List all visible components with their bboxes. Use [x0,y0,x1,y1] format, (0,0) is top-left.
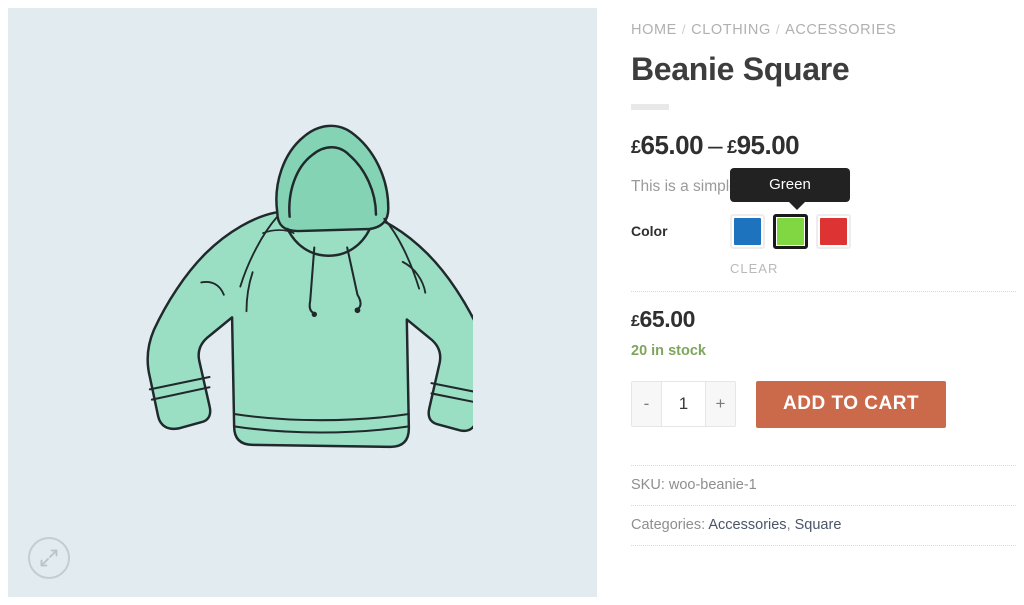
swatch-red[interactable] [816,213,851,249]
add-to-cart-form: - + ADD TO CART [631,380,1016,428]
divider-above-price [631,290,1016,292]
price-range: £65.00– £95.00 [631,130,1016,161]
swatch-green-fill [777,217,804,245]
breadcrumb-item-accessories[interactable]: ACCESSORIES [785,22,896,38]
price-max: 95.00 [736,130,800,161]
breadcrumb-separator: / [775,22,781,37]
breadcrumb-item-clothing[interactable]: CLOTHING [691,22,771,38]
variation-label-color: Color [631,223,668,240]
expand-image-button[interactable] [28,537,70,579]
price-dash: – [708,130,723,161]
categories-separator: , [786,516,791,533]
sku-label: SKU: [631,476,665,493]
product-summary: HOME / CLOTHING / ACCESSORIES Beanie Square … [631,0,1016,605]
product-page: HOME / CLOTHING / ACCESSORIES Beanie Square … [0,0,1024,605]
variation-row-color: Color [631,213,1016,249]
quantity-stepper[interactable]: - + [631,381,736,428]
selected-price-currency: £ [631,312,640,330]
clear-variations-link[interactable]: CLEAR [730,261,778,276]
breadcrumb-separator: / [681,22,687,37]
categories-label: Categories: [631,516,706,533]
price-currency-min: £ [631,137,641,158]
sku-row: SKU: woo-beanie-1 [631,464,1016,505]
quantity-decrement-button[interactable]: - [632,382,661,427]
sku-value: woo-beanie-1 [668,476,757,493]
swatch-blue-fill [734,217,761,245]
page-title: Beanie Square [631,51,850,87]
category-link-square[interactable]: Square [795,517,842,533]
color-swatch-group [730,213,851,249]
swatch-red-fill [820,217,847,245]
price-currency-max: £ [727,137,737,158]
swatch-blue[interactable] [730,213,765,249]
swatch-tooltip: Green [730,167,850,210]
title-underline [631,104,669,111]
breadcrumb: HOME / CLOTHING / ACCESSORIES [631,22,1016,38]
quantity-increment-button[interactable]: + [706,382,735,427]
category-link-accessories[interactable]: Accessories [708,517,786,533]
price-min: 65.00 [640,130,704,161]
stock-status: 20 in stock [631,342,706,359]
product-gallery[interactable] [8,8,597,597]
breadcrumb-item-home[interactable]: HOME [631,22,677,38]
selected-price-amount: 65.00 [639,305,696,332]
add-to-cart-button[interactable]: ADD TO CART [756,380,947,428]
selected-variation-price: £65.00 [631,306,1016,333]
clear-selection-row: CLEAR [631,260,1016,278]
categories-row: Categories: Accessories, Square [631,504,1016,546]
variations-form: Green Color CLEAR [631,167,1016,278]
quantity-input[interactable] [661,382,706,427]
product-meta: SKU: woo-beanie-1 Categories: Accessorie… [631,464,1016,546]
product-image-hoodie [145,124,473,448]
expand-arrows-icon [40,549,58,567]
swatch-green[interactable] [773,213,808,249]
